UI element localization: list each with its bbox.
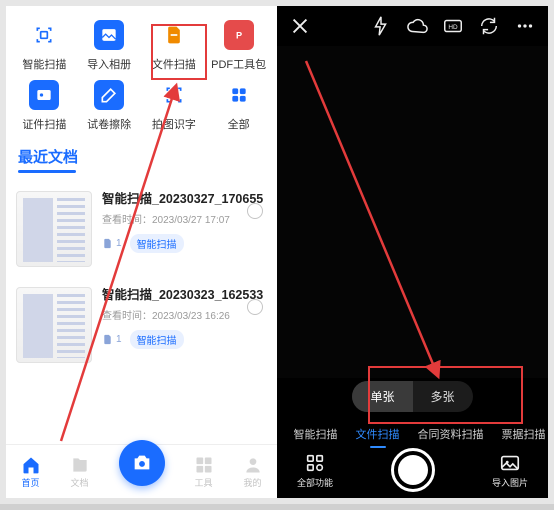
nav-home[interactable]: 首页 [21, 455, 41, 489]
pdf-icon: P [224, 20, 254, 50]
tool-all[interactable]: 全部 [206, 80, 271, 132]
doc-name: 智能扫描_20230323_162533 [102, 287, 267, 304]
shutter-button[interactable] [391, 448, 435, 492]
doc-info: 智能扫描_20230327_170655 查看时间：2023/03/27 17:… [102, 191, 267, 253]
doc-info: 智能扫描_20230323_162533 查看时间：2023/03/23 16:… [102, 287, 267, 349]
doc-time: 查看时间：2023/03/27 17:07 [102, 211, 267, 226]
tab-ticket-scan[interactable]: 票据扫描 [502, 426, 546, 442]
nav-label: 文档 [70, 476, 88, 489]
scan-type-tabs: 智能扫描 文件扫描 合同资料扫描 票据扫描 [277, 426, 548, 442]
tool-label: PDF工具包 [211, 56, 266, 72]
tool-id-scan[interactable]: 证件扫描 [12, 80, 77, 132]
doc-list: 智能扫描_20230327_170655 查看时间：2023/03/27 17:… [6, 175, 277, 373]
doc-name: 智能扫描_20230327_170655 [102, 191, 267, 208]
tool-label: 文件扫描 [152, 56, 196, 72]
idcard-icon [29, 80, 59, 110]
camera-fab[interactable] [119, 440, 165, 486]
more-icon[interactable] [514, 15, 536, 37]
mode-multi[interactable]: 多张 [413, 381, 473, 412]
ocr-icon: 字 [159, 80, 189, 110]
tool-label: 拍图识字 [152, 116, 196, 132]
select-circle[interactable] [247, 299, 263, 315]
doc-tag: 智能扫描 [130, 330, 184, 349]
tool-smart-scan[interactable]: 智能扫描 [12, 20, 77, 72]
erase-icon [94, 80, 124, 110]
grid-icon [224, 80, 254, 110]
tool-label: 全部 [228, 116, 250, 132]
nav-files[interactable]: 文档 [70, 455, 90, 489]
camera-bottombar: 全部功能 导入图片 [277, 442, 548, 498]
all-functions-button[interactable]: 全部功能 [297, 452, 333, 489]
flash-icon[interactable] [370, 15, 392, 37]
page-mode-pill: 单张 多张 [277, 381, 548, 412]
svg-text:P: P [236, 30, 242, 40]
btn-label: 导入图片 [492, 476, 528, 489]
svg-text:HD: HD [448, 24, 458, 31]
cloud-icon[interactable] [406, 15, 428, 37]
file-scan-icon [159, 20, 189, 50]
doc-thumbnail [16, 191, 92, 267]
doc-thumbnail [16, 287, 92, 363]
doc-item[interactable]: 智能扫描_20230323_162533 查看时间：2023/03/23 16:… [16, 277, 267, 373]
tool-label: 试卷擦除 [87, 116, 131, 132]
camera-topbar: HD [277, 6, 548, 46]
import-image-button[interactable]: 导入图片 [492, 452, 528, 489]
doc-tags: 1 智能扫描 [102, 330, 267, 349]
tool-label: 证件扫描 [22, 116, 66, 132]
tool-label: 智能扫描 [22, 56, 66, 72]
tab-file-scan[interactable]: 文件扫描 [356, 426, 400, 442]
tool-paper-erase[interactable]: 试卷擦除 [77, 80, 142, 132]
bottom-nav: 首页 文档 工具 我的 [6, 444, 277, 498]
tool-label: 导入相册 [87, 56, 131, 72]
doc-tags: 1 智能扫描 [102, 234, 267, 253]
nav-label: 工具 [194, 476, 212, 489]
svg-text:字: 字 [170, 90, 178, 100]
page-count: 1 [102, 238, 122, 249]
camera-viewfinder [277, 46, 548, 378]
btn-label: 全部功能 [297, 476, 333, 489]
tool-ocr[interactable]: 字 拍图识字 [142, 80, 207, 132]
nav-label: 我的 [243, 476, 261, 489]
tab-smart-scan[interactable]: 智能扫描 [294, 426, 338, 442]
refresh-icon[interactable] [478, 15, 500, 37]
album-icon [94, 20, 124, 50]
tool-grid: 智能扫描 导入相册 文件扫描 P PDF工具包 [6, 6, 277, 140]
doc-tag: 智能扫描 [130, 234, 184, 253]
nav-label: 首页 [21, 476, 39, 489]
select-circle[interactable] [247, 203, 263, 219]
nav-tools[interactable]: 工具 [194, 455, 214, 489]
page-count: 1 [102, 334, 122, 345]
tab-contract-scan[interactable]: 合同资料扫描 [418, 426, 484, 442]
mode-single[interactable]: 单张 [352, 381, 412, 412]
doc-time: 查看时间：2023/03/23 16:26 [102, 307, 267, 322]
recent-docs-title: 最近文档 [6, 140, 277, 175]
close-icon[interactable] [289, 15, 311, 37]
hd-icon[interactable]: HD [442, 15, 464, 37]
nav-mine[interactable]: 我的 [243, 455, 263, 489]
doc-item[interactable]: 智能扫描_20230327_170655 查看时间：2023/03/27 17:… [16, 181, 267, 277]
tool-pdf-kit[interactable]: P PDF工具包 [206, 20, 271, 72]
right-screenshot: HD 单张 多张 智能扫描 文件扫描 合同资料扫描 票据扫描 全部功能 [277, 6, 548, 498]
tool-import-album[interactable]: 导入相册 [77, 20, 142, 72]
scan-icon [29, 20, 59, 50]
left-screenshot: 智能扫描 导入相册 文件扫描 P PDF工具包 [6, 6, 277, 498]
tutorial-image: 智能扫描 导入相册 文件扫描 P PDF工具包 [0, 0, 554, 504]
tool-file-scan[interactable]: 文件扫描 [142, 20, 207, 72]
